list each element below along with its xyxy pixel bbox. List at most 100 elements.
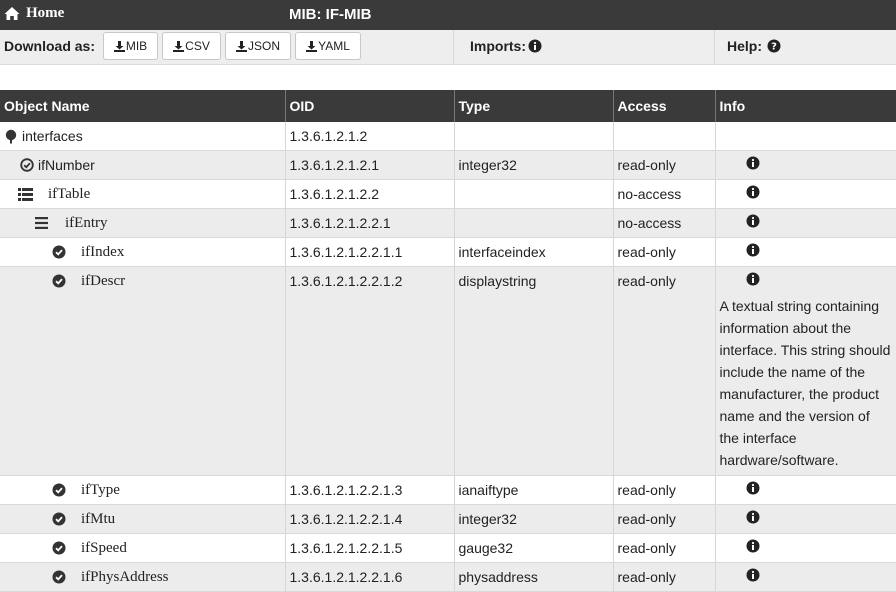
object-name-link[interactable]: ifEntry: [65, 209, 108, 237]
table-row: ifType 1.3.6.1.2.1.2.2.1.3 ianaiftype re…: [0, 475, 896, 505]
question-circle-icon[interactable]: ?: [767, 39, 781, 53]
access-cell: read-only: [612, 150, 715, 180]
download-json-label: JSON: [247, 39, 280, 53]
access-cell: no-access: [612, 179, 715, 209]
oid-cell: 1.3.6.1.2.1.2.2.1: [284, 208, 454, 238]
table-row: ifPhysAddress 1.3.6.1.2.1.2.2.1.6 physad…: [0, 562, 896, 592]
type-cell: physaddress: [453, 562, 613, 592]
spacer: [0, 65, 896, 90]
info-cell: [714, 208, 896, 238]
access-cell: read-only: [612, 533, 715, 563]
type-cell: integer32: [453, 150, 613, 180]
download-toolbar: Download as: MIB CSV JSON YAML Imports: …: [0, 30, 896, 65]
type-cell: gauge32: [453, 533, 613, 563]
object-name-link[interactable]: ifIndex: [81, 238, 124, 266]
column-check-icon: [52, 245, 66, 259]
info-circle-icon[interactable]: [746, 568, 760, 582]
info-cell: A textual string containing information …: [714, 266, 896, 476]
oid-cell: 1.3.6.1.2.1.2.2.1.6: [284, 562, 454, 592]
imports-section: Imports:: [470, 38, 542, 54]
top-bar: Home MIB: IF-MIB: [0, 0, 896, 30]
object-description: A textual string containing information …: [719, 298, 891, 468]
access-cell: [612, 122, 715, 151]
access-cell: no-access: [612, 208, 715, 238]
type-cell: ianaiftype: [453, 475, 613, 505]
oid-cell: 1.3.6.1.2.1.2.2.1.2: [284, 266, 454, 476]
info-cell: [714, 533, 896, 563]
object-name-link[interactable]: ifNumber: [38, 151, 95, 179]
type-cell: displaystring: [453, 266, 613, 476]
oid-cell: 1.3.6.1.2.1.2.2.1.1: [284, 237, 454, 267]
info-circle-icon[interactable]: [746, 214, 760, 228]
access-cell: read-only: [612, 237, 715, 267]
table-row: ifEntry 1.3.6.1.2.1.2.2.1 no-access: [0, 208, 896, 238]
column-check-icon: [52, 274, 66, 288]
download-yaml-button[interactable]: YAML: [295, 32, 361, 60]
info-cell: [714, 179, 896, 209]
table-header-row: Object Name OID Type Access Info: [0, 90, 896, 122]
column-check-icon: [52, 483, 66, 497]
access-cell: read-only: [612, 562, 715, 592]
table-row: ifSpeed 1.3.6.1.2.1.2.2.1.5 gauge32 read…: [0, 533, 896, 563]
oid-cell: 1.3.6.1.2.1.2.2: [284, 179, 454, 209]
column-header-access: Access: [612, 90, 715, 122]
column-check-icon: [52, 570, 66, 584]
info-circle-icon[interactable]: [746, 243, 760, 257]
column-header-object-name: Object Name: [0, 90, 285, 122]
help-label: Help:: [727, 38, 762, 54]
info-circle-icon[interactable]: [746, 510, 760, 524]
object-name-link[interactable]: ifMtu: [81, 505, 115, 533]
type-cell: [453, 122, 613, 151]
object-name-link[interactable]: ifType: [81, 476, 120, 504]
table-row: ifDescr 1.3.6.1.2.1.2.2.1.2 displaystrin…: [0, 266, 896, 476]
type-cell: [453, 179, 613, 209]
info-circle-icon[interactable]: [746, 185, 760, 199]
column-header-oid: OID: [284, 90, 454, 122]
type-cell: [453, 208, 613, 238]
toolbar-divider: [714, 30, 715, 64]
home-link[interactable]: Home: [4, 5, 64, 22]
object-name-link[interactable]: ifDescr: [81, 267, 125, 295]
table-list-icon: [18, 187, 33, 201]
download-csv-button[interactable]: CSV: [162, 32, 221, 60]
mib-objects-table: Object Name OID Type Access Info interfa…: [0, 90, 896, 592]
download-icon: [113, 40, 125, 52]
oid-cell: 1.3.6.1.2.1.2.1: [284, 150, 454, 180]
download-icon: [235, 40, 247, 52]
access-cell: read-only: [612, 475, 715, 505]
home-icon: [4, 7, 20, 20]
download-csv-label: CSV: [185, 39, 210, 53]
object-name-link[interactable]: ifTable: [48, 180, 90, 208]
help-section: Help: ?: [727, 38, 781, 54]
info-cell: [714, 150, 896, 180]
svg-text:?: ?: [771, 42, 777, 53]
download-yaml-label: YAML: [318, 39, 350, 53]
info-circle-icon[interactable]: [528, 39, 542, 53]
column-header-info: Info: [714, 90, 896, 122]
info-circle-icon[interactable]: [746, 272, 760, 286]
info-cell: [714, 122, 896, 151]
download-icon: [173, 40, 185, 52]
column-check-icon: [52, 541, 66, 555]
oid-cell: 1.3.6.1.2.1.2.2.1.5: [284, 533, 454, 563]
table-row: ifMtu 1.3.6.1.2.1.2.2.1.4 integer32 read…: [0, 504, 896, 534]
download-mib-button[interactable]: MIB: [103, 32, 158, 60]
info-circle-icon[interactable]: [746, 481, 760, 495]
download-json-button[interactable]: JSON: [225, 32, 291, 60]
table-row: ifTable 1.3.6.1.2.1.2.2 no-access: [0, 179, 896, 209]
column-check-icon: [52, 512, 66, 526]
page-title: MIB: IF-MIB: [289, 6, 372, 23]
info-cell: [714, 504, 896, 534]
table-row: ifIndex 1.3.6.1.2.1.2.2.1.1 interfaceind…: [0, 237, 896, 267]
info-circle-icon[interactable]: [746, 156, 760, 170]
info-cell: [714, 237, 896, 267]
oid-cell: 1.3.6.1.2.1.2.2.1.4: [284, 504, 454, 534]
entry-lines-icon: [35, 217, 48, 229]
info-circle-icon[interactable]: [746, 539, 760, 553]
object-name-link[interactable]: ifPhysAddress: [81, 563, 169, 591]
info-cell: [714, 475, 896, 505]
object-name-link[interactable]: ifSpeed: [81, 534, 127, 562]
object-name-link[interactable]: interfaces: [22, 122, 83, 150]
download-mib-label: MIB: [125, 39, 148, 53]
imports-label: Imports:: [470, 38, 526, 54]
